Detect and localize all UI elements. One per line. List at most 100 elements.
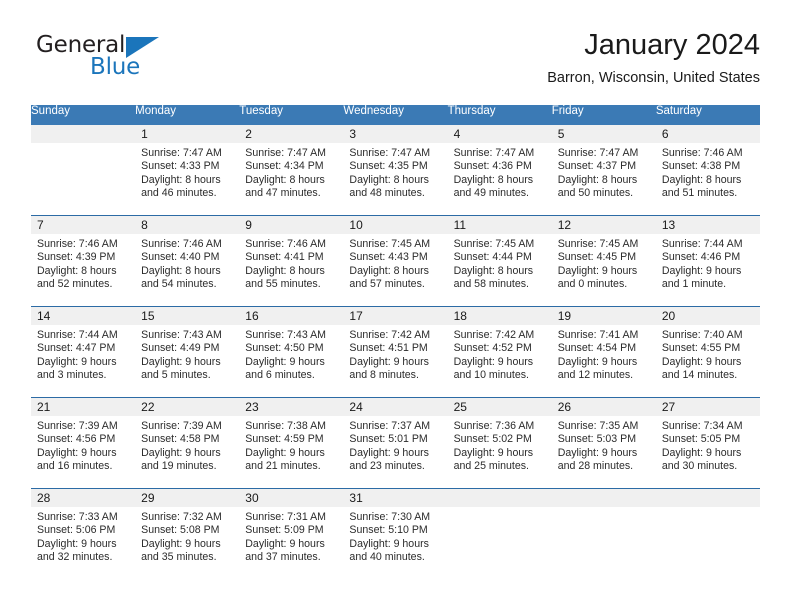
calendar-day-cell[interactable]: 18 Sunrise: 7:42 AM Sunset: 4:52 PM Dayligh… (447, 306, 552, 398)
calendar-day-cell[interactable]: 6 Sunrise: 7:46 AM Sunset: 4:38 PM Daylight… (655, 125, 760, 216)
sunset-time: Sunset: 4:33 PM (141, 160, 220, 173)
day-cell-inner: 22 Sunrise: 7:39 AM Sunset: 4:58 PM Dayligh… (135, 398, 240, 488)
calendar-day-cell[interactable]: 25 Sunrise: 7:36 AM Sunset: 5:02 PM Dayligh… (447, 397, 552, 489)
day-number: 13 (655, 216, 760, 234)
sunset-time: Sunset: 4:56 PM (37, 433, 116, 446)
calendar-day-cell[interactable]: 23 Sunrise: 7:38 AM Sunset: 4:59 PM Dayligh… (239, 397, 344, 489)
day-number (655, 489, 760, 507)
weekday-header-sunday: Sunday (31, 105, 136, 125)
calendar-day-cell[interactable]: 1 Sunrise: 7:47 AM Sunset: 4:33 PM Daylight… (135, 125, 240, 216)
daylight-duration-line1: Daylight: 9 hours (141, 446, 221, 459)
calendar-day-cell[interactable]: 20 Sunrise: 7:40 AM Sunset: 4:55 PM Dayligh… (655, 306, 760, 398)
day-number: 20 (655, 307, 760, 325)
calendar-day-cell[interactable]: 28 Sunrise: 7:33 AM Sunset: 5:06 PM Dayligh… (31, 488, 136, 579)
daylight-duration-line2: and 1 minute. (661, 278, 727, 291)
daylight-duration-line1: Daylight: 8 hours (245, 173, 325, 186)
sunrise-time: Sunrise: 7:40 AM (661, 329, 743, 341)
calendar-body: 1 Sunrise: 7:47 AM Sunset: 4:33 PM Daylight… (31, 125, 760, 579)
calendar-day-cell[interactable]: 17 Sunrise: 7:42 AM Sunset: 4:51 PM Dayligh… (343, 306, 448, 398)
day-cell-inner: 2 Sunrise: 7:47 AM Sunset: 4:34 PM Daylight… (239, 125, 344, 215)
calendar-day-cell[interactable]: 11 Sunrise: 7:45 AM Sunset: 4:44 PM Dayligh… (447, 215, 552, 307)
weekday-header-row: Sunday Monday Tuesday Wednesday Thursday… (31, 105, 760, 125)
daylight-duration-line1: Daylight: 9 hours (557, 355, 638, 368)
calendar-week-row: 14 Sunrise: 7:44 AM Sunset: 4:47 PM Dayligh… (31, 306, 760, 398)
day-details: Sunrise: 7:39 AM Sunset: 4:58 PM Daylight:… (135, 416, 239, 474)
day-details: Sunrise: 7:45 AM Sunset: 4:44 PM Daylight:… (448, 234, 552, 292)
day-details: Sunrise: 7:42 AM Sunset: 4:52 PM Daylight:… (448, 325, 552, 383)
daylight-duration-line1: Daylight: 9 hours (349, 446, 429, 459)
day-number: 14 (31, 307, 136, 325)
calendar-day-cell[interactable]: 4 Sunrise: 7:47 AM Sunset: 4:36 PM Daylight… (447, 125, 552, 216)
calendar-day-cell[interactable]: 19 Sunrise: 7:41 AM Sunset: 4:54 PM Dayligh… (551, 306, 656, 398)
daylight-duration-line2: and 40 minutes. (349, 551, 425, 564)
daylight-duration-line2: and 50 minutes. (557, 187, 634, 200)
calendar-day-cell[interactable]: 10 Sunrise: 7:45 AM Sunset: 4:43 PM Dayligh… (343, 215, 448, 307)
sunrise-time: Sunrise: 7:46 AM (37, 238, 118, 250)
calendar-day-cell[interactable]: 24 Sunrise: 7:37 AM Sunset: 5:01 PM Dayligh… (343, 397, 448, 489)
sunrise-time: Sunrise: 7:32 AM (141, 511, 222, 523)
day-number: 30 (239, 489, 344, 507)
calendar-day-cell[interactable]: 7 Sunrise: 7:46 AM Sunset: 4:39 PM Daylight… (31, 215, 136, 307)
calendar-day-cell[interactable]: 29 Sunrise: 7:32 AM Sunset: 5:08 PM Dayligh… (135, 488, 240, 579)
day-details: Sunrise: 7:38 AM Sunset: 4:59 PM Daylight:… (239, 416, 343, 474)
day-cell-inner: 26 Sunrise: 7:35 AM Sunset: 5:03 PM Dayligh… (551, 398, 656, 488)
day-details: Sunrise: 7:39 AM Sunset: 4:56 PM Daylight:… (31, 416, 135, 474)
calendar-day-cell[interactable]: 21 Sunrise: 7:39 AM Sunset: 4:56 PM Dayligh… (31, 397, 136, 489)
sunset-time: Sunset: 5:06 PM (37, 524, 116, 537)
calendar-day-cell[interactable]: 2 Sunrise: 7:47 AM Sunset: 4:34 PM Daylight… (239, 125, 344, 216)
calendar-day-cell[interactable]: 5 Sunrise: 7:47 AM Sunset: 4:37 PM Daylight… (551, 125, 656, 216)
day-cell-inner: 29 Sunrise: 7:32 AM Sunset: 5:08 PM Dayligh… (135, 489, 240, 579)
day-number: 16 (239, 307, 344, 325)
calendar-day-cell[interactable]: 9 Sunrise: 7:46 AM Sunset: 4:41 PM Daylight… (239, 215, 344, 307)
calendar-day-cell[interactable]: 14 Sunrise: 7:44 AM Sunset: 4:47 PM Dayligh… (31, 306, 136, 398)
daylight-duration-line1: Daylight: 8 hours (245, 264, 325, 277)
calendar-day-cell[interactable]: 15 Sunrise: 7:43 AM Sunset: 4:49 PM Dayligh… (135, 306, 240, 398)
sunset-time: Sunset: 4:38 PM (661, 160, 741, 173)
daylight-duration-line2: and 30 minutes. (661, 460, 738, 473)
daylight-duration-line1: Daylight: 9 hours (661, 264, 742, 277)
day-details: Sunrise: 7:42 AM Sunset: 4:51 PM Daylight:… (343, 325, 447, 383)
day-cell-inner: 4 Sunrise: 7:47 AM Sunset: 4:36 PM Daylight… (447, 125, 552, 215)
day-cell-inner: 20 Sunrise: 7:40 AM Sunset: 4:55 PM Dayligh… (655, 307, 760, 397)
daylight-duration-line2: and 47 minutes. (245, 187, 321, 200)
daylight-duration-line1: Daylight: 9 hours (37, 537, 117, 550)
sunrise-time: Sunrise: 7:34 AM (661, 420, 743, 432)
calendar-day-cell[interactable]: 12 Sunrise: 7:45 AM Sunset: 4:45 PM Dayligh… (551, 215, 656, 307)
day-cell-inner: 16 Sunrise: 7:43 AM Sunset: 4:50 PM Dayligh… (239, 307, 344, 397)
calendar-day-cell[interactable]: 13 Sunrise: 7:44 AM Sunset: 4:46 PM Dayligh… (655, 215, 760, 307)
day-cell-inner (447, 489, 552, 579)
day-cell-inner: 17 Sunrise: 7:42 AM Sunset: 4:51 PM Dayligh… (343, 307, 448, 397)
day-details: Sunrise: 7:44 AM Sunset: 4:46 PM Daylight:… (656, 234, 760, 292)
sunrise-time: Sunrise: 7:31 AM (245, 511, 326, 523)
calendar-day-cell[interactable]: 26 Sunrise: 7:35 AM Sunset: 5:03 PM Dayligh… (551, 397, 656, 489)
sunset-time: Sunset: 4:36 PM (453, 160, 532, 173)
sunset-time: Sunset: 4:40 PM (141, 251, 220, 264)
day-details: Sunrise: 7:37 AM Sunset: 5:01 PM Daylight:… (343, 416, 447, 474)
daylight-duration-line2: and 55 minutes. (245, 278, 321, 291)
calendar-week-row: 28 Sunrise: 7:33 AM Sunset: 5:06 PM Dayligh… (31, 488, 760, 579)
sunset-time: Sunset: 4:46 PM (661, 251, 741, 264)
day-details: Sunrise: 7:41 AM Sunset: 4:54 PM Daylight:… (552, 325, 656, 383)
day-details: Sunrise: 7:47 AM Sunset: 4:37 PM Daylight:… (552, 143, 656, 201)
calendar-day-cell[interactable]: 22 Sunrise: 7:39 AM Sunset: 4:58 PM Dayligh… (135, 397, 240, 489)
calendar-day-cell (31, 125, 136, 216)
daylight-duration-line1: Daylight: 8 hours (557, 173, 638, 186)
calendar-day-cell[interactable]: 16 Sunrise: 7:43 AM Sunset: 4:50 PM Dayligh… (239, 306, 344, 398)
day-number: 26 (551, 398, 656, 416)
day-number: 11 (447, 216, 552, 234)
daylight-duration-line2: and 19 minutes. (141, 460, 217, 473)
page-subtitle: Barron, Wisconsin, United States (547, 70, 760, 86)
weekday-header-tuesday: Tuesday (239, 105, 344, 125)
calendar-day-cell[interactable]: 30 Sunrise: 7:31 AM Sunset: 5:09 PM Dayligh… (239, 488, 344, 579)
day-details: Sunrise: 7:30 AM Sunset: 5:10 PM Daylight:… (343, 507, 447, 565)
calendar-day-cell[interactable]: 27 Sunrise: 7:34 AM Sunset: 5:05 PM Dayligh… (655, 397, 760, 489)
general-blue-logo[interactable]: General Blue (31, 32, 201, 88)
calendar-day-cell[interactable]: 8 Sunrise: 7:46 AM Sunset: 4:40 PM Daylight… (135, 215, 240, 307)
calendar-day-cell[interactable]: 3 Sunrise: 7:47 AM Sunset: 4:35 PM Daylight… (343, 125, 448, 216)
sunset-time: Sunset: 5:10 PM (349, 524, 428, 537)
daylight-duration-line1: Daylight: 8 hours (453, 173, 534, 186)
daylight-duration-line2: and 37 minutes. (245, 551, 321, 564)
daylight-duration-line2: and 35 minutes. (141, 551, 217, 564)
calendar-day-cell[interactable]: 31 Sunrise: 7:30 AM Sunset: 5:10 PM Dayligh… (343, 488, 448, 579)
day-number (551, 489, 656, 507)
